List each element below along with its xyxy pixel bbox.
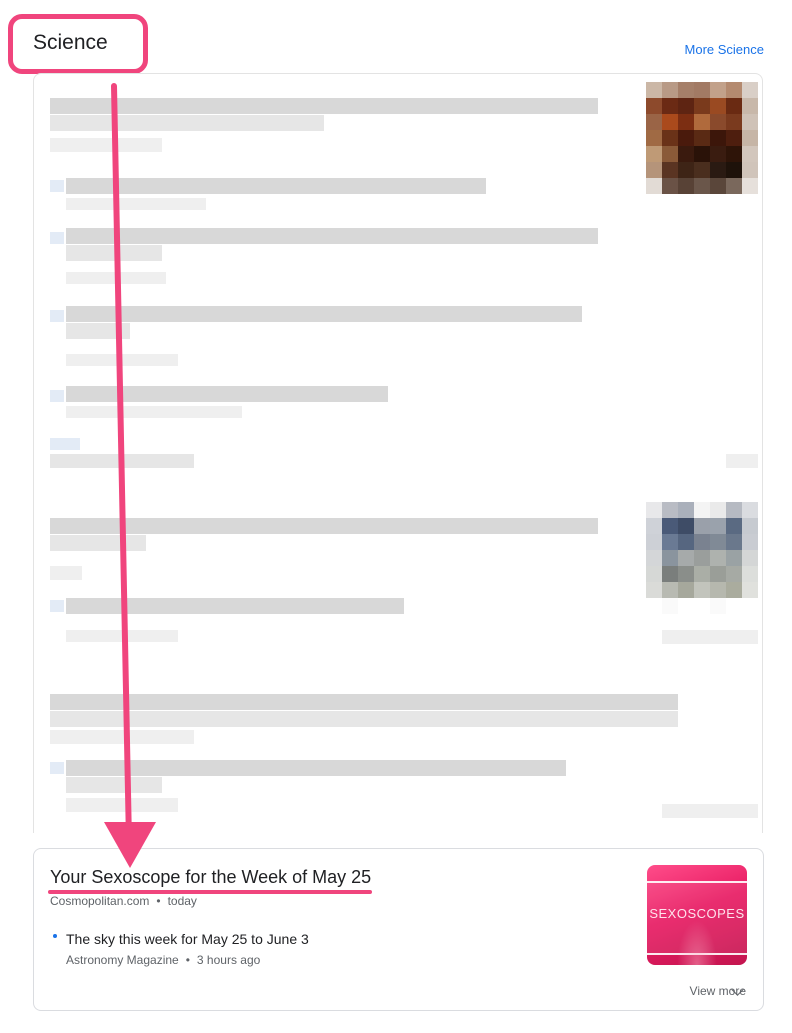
blurred-headline-line [50,518,598,534]
bullet-icon [53,934,57,938]
related-time: 3 hours ago [196,953,261,967]
palm-graphic [677,920,717,965]
blurred-meta-line [50,138,162,152]
blurred-meta-line [66,198,206,210]
separator-dot: • [156,894,161,908]
blurred-meta-line [50,730,194,744]
blurred-headline-line [50,694,678,710]
separator-dot: • [185,953,190,967]
blurred-subhead [66,777,162,793]
blurred-bullet [50,390,64,402]
related-story-link[interactable]: The sky this week for May 25 to June 3 [66,931,309,947]
blurred-headline-line [50,711,678,727]
blurred-view-more [726,454,758,468]
section-title: Science [33,31,108,54]
blurred-meta-line [50,454,194,468]
blurred-story-card [33,73,763,833]
blurred-meta-line [66,354,178,366]
story-thumbnail[interactable]: SEXOSCOPES [647,865,747,965]
blurred-bullet [50,438,80,450]
blurred-bullet [50,180,64,192]
blurred-subhead [66,760,566,776]
blurred-bullet [50,600,64,612]
headline-link[interactable]: Your Sexoscope for the Week of May 25 [50,867,371,888]
blurred-subhead [66,323,130,339]
blurred-meta-line [66,798,178,812]
blurred-headline-line [50,535,146,551]
blurred-meta-line [66,272,166,284]
headline-time: today [167,894,197,908]
blurred-thumbnail [646,502,758,614]
blurred-headline-line [50,115,324,131]
related-source: Astronomy Magazine [66,953,179,967]
blurred-meta-line [66,630,178,642]
blurred-subhead [66,598,404,614]
more-science-link[interactable]: More Science [685,42,764,57]
blurred-view-more [662,630,758,644]
blurred-subhead [66,178,486,194]
thumbnail-text: SEXOSCOPES [649,906,745,921]
blurred-meta-line [66,406,242,418]
blurred-meta-line [50,566,82,580]
blurred-view-more [662,804,758,818]
blurred-subhead [66,306,582,322]
blurred-bullet [50,310,64,322]
blurred-headline-line [50,98,598,114]
blurred-bullet [50,762,64,774]
blurred-thumbnail [646,82,758,194]
blurred-bullet [50,232,64,244]
blurred-subhead [66,386,388,402]
headline-source: Cosmopolitan.com [50,894,150,908]
related-story-meta: Astronomy Magazine • 3 hours ago [66,953,260,967]
headline-meta: Cosmopolitan.com • today [50,894,197,908]
blurred-subhead [66,228,598,244]
blurred-subhead [66,245,162,261]
